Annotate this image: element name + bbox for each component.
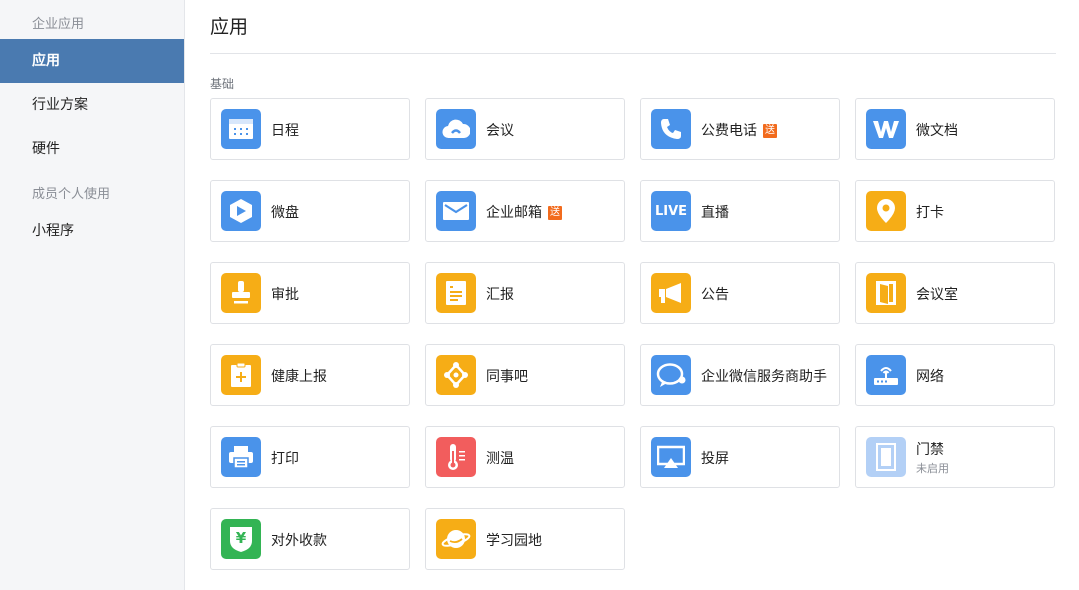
network-nodes-icon xyxy=(436,355,476,395)
printer-icon xyxy=(221,437,261,477)
report-icon xyxy=(436,273,476,313)
sidebar-item-hardware[interactable]: 硬件 xyxy=(0,127,184,171)
app-label: 审批 xyxy=(271,287,299,303)
app-label: 健康上报 xyxy=(271,369,327,385)
app-card-temperature[interactable]: 测温 xyxy=(425,426,625,488)
app-card-approval[interactable]: 审批 xyxy=(210,262,410,324)
app-card-schedule[interactable]: 日程 xyxy=(210,98,410,160)
sidebar-group-member: 成员个人使用 xyxy=(32,187,111,202)
screen-cast-icon xyxy=(651,437,691,477)
chat-bubble-icon xyxy=(651,355,691,395)
router-icon xyxy=(866,355,906,395)
door-room-icon xyxy=(866,273,906,313)
app-label: 门禁 xyxy=(916,442,944,458)
app-label-text: 公费电话 xyxy=(701,123,757,139)
app-card-wedoc[interactable]: 微文档 xyxy=(855,98,1055,160)
cloud-meeting-icon xyxy=(436,109,476,149)
app-label: 企业邮箱送 xyxy=(486,202,562,222)
sidebar-item-apps[interactable]: 应用 xyxy=(0,39,184,83)
app-label: 微文档 xyxy=(916,123,958,139)
phone-icon xyxy=(651,109,691,149)
door-access-icon xyxy=(866,437,906,477)
gift-badge: 送 xyxy=(548,206,562,220)
sidebar-item-mini-programs[interactable]: 小程序 xyxy=(0,209,184,253)
app-card-enterprise-mail[interactable]: 企业邮箱送 xyxy=(425,180,625,242)
app-label: 同事吧 xyxy=(486,369,528,385)
app-label: 企业微信服务商助手 xyxy=(701,369,827,385)
app-label: 会议室 xyxy=(916,287,958,303)
app-label: 会议 xyxy=(486,123,514,139)
app-label: 打卡 xyxy=(916,205,944,221)
title-divider xyxy=(210,53,1056,54)
mail-icon xyxy=(436,191,476,231)
live-icon: LIVE xyxy=(651,191,691,231)
app-card-wedrive[interactable]: 微盘 xyxy=(210,180,410,242)
app-label: 汇报 xyxy=(486,287,514,303)
app-card-paid-phone[interactable]: 公费电话送 xyxy=(640,98,840,160)
app-label: 打印 xyxy=(271,451,299,467)
megaphone-icon xyxy=(651,273,691,313)
location-pin-icon xyxy=(866,191,906,231)
planet-icon xyxy=(436,519,476,559)
app-label: 测温 xyxy=(486,451,514,467)
app-card-report[interactable]: 汇报 xyxy=(425,262,625,324)
app-label: 微盘 xyxy=(271,205,299,221)
app-label: 日程 xyxy=(271,123,299,139)
app-status-disabled: 未启用 xyxy=(916,462,949,475)
app-label: 直播 xyxy=(701,205,729,221)
app-card-health-report[interactable]: 健康上报 xyxy=(210,344,410,406)
app-card-colleague-circle[interactable]: 同事吧 xyxy=(425,344,625,406)
app-card-live[interactable]: LIVE 直播 xyxy=(640,180,840,242)
app-label: 公费电话送 xyxy=(701,120,777,140)
app-card-provider-assistant[interactable]: 企业微信服务商助手 xyxy=(640,344,840,406)
app-label: 公告 xyxy=(701,287,729,303)
calendar-icon xyxy=(221,109,261,149)
app-label: 网络 xyxy=(916,369,944,385)
yuan-shield-icon: ¥ xyxy=(221,519,261,559)
app-card-announcement[interactable]: 公告 xyxy=(640,262,840,324)
app-label-text: 企业邮箱 xyxy=(486,205,542,221)
page-title: 应用 xyxy=(210,16,249,38)
sidebar-group-enterprise: 企业应用 xyxy=(32,17,85,32)
app-card-meeting-room[interactable]: 会议室 xyxy=(855,262,1055,324)
app-card-external-payment[interactable]: ¥ 对外收款 xyxy=(210,508,410,570)
live-icon-text: LIVE xyxy=(654,203,688,219)
app-card-learning[interactable]: 学习园地 xyxy=(425,508,625,570)
app-card-print[interactable]: 打印 xyxy=(210,426,410,488)
app-card-checkin[interactable]: 打卡 xyxy=(855,180,1055,242)
sidebar: 企业应用 应用 行业方案 硬件 成员个人使用 小程序 xyxy=(0,0,185,590)
app-card-network[interactable]: 网络 xyxy=(855,344,1055,406)
yuan-symbol: ¥ xyxy=(235,529,247,547)
app-card-screen-cast[interactable]: 投屏 xyxy=(640,426,840,488)
app-card-access-control[interactable]: 门禁 未启用 xyxy=(855,426,1055,488)
app-label: 学习园地 xyxy=(486,533,542,549)
app-card-meeting[interactable]: 会议 xyxy=(425,98,625,160)
stamp-icon xyxy=(221,273,261,313)
drive-icon xyxy=(221,191,261,231)
section-label-basic: 基础 xyxy=(210,77,235,91)
gift-badge: 送 xyxy=(763,124,777,138)
app-label: 对外收款 xyxy=(271,533,327,549)
w-doc-icon xyxy=(866,109,906,149)
health-clipboard-icon xyxy=(221,355,261,395)
thermometer-icon xyxy=(436,437,476,477)
app-label: 投屏 xyxy=(701,451,729,467)
sidebar-item-industry-solutions[interactable]: 行业方案 xyxy=(0,83,184,127)
